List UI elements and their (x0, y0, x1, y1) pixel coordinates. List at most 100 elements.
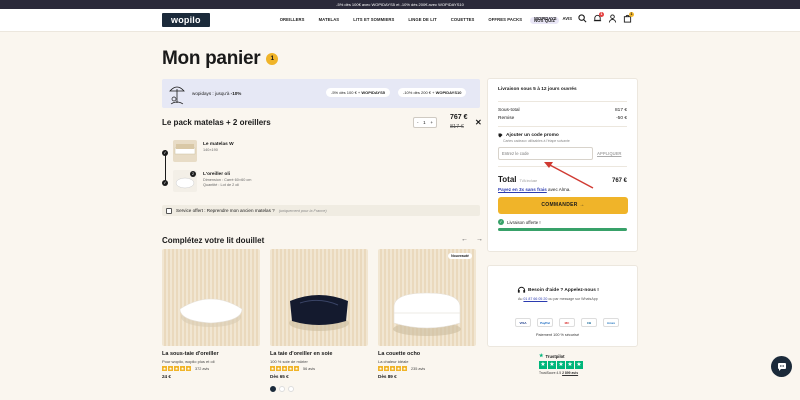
phone-link[interactable]: 01 87 66 05 20 (523, 297, 547, 301)
mattress-thumbnail (173, 140, 197, 162)
trustpilot-score: TrustScore 4.5 2 899 avis (539, 371, 579, 375)
cart-icon[interactable]: 1 (623, 12, 634, 23)
promo-code-form: APPLIQUER (498, 147, 627, 160)
product-image[interactable] (162, 249, 260, 346)
star-icon: ★ (539, 361, 547, 369)
review-count: 56 avis (303, 366, 316, 371)
star-icon: ★ (186, 366, 191, 371)
divider (498, 126, 627, 127)
promo-code-pill-5[interactable]: -5% dès 100 € + WOPIDAYS5 (326, 88, 390, 97)
star-icon: ★ (294, 366, 299, 371)
product-subtitle: Pour wopilo, wopilo plus et oli (162, 359, 215, 364)
progress-fill (498, 228, 627, 231)
secure-payment-text: Paiement 100 % sécurisé (536, 333, 580, 337)
product-price: 24 € (162, 374, 171, 379)
star-icon: ★ (174, 366, 179, 371)
star-icon: ★ (276, 366, 281, 371)
divider (498, 101, 627, 102)
carousel-dot[interactable] (270, 386, 276, 392)
promo-code-pill-10[interactable]: -10% dès 200 € + WOPIDAYS10 (398, 88, 467, 97)
check-icon: ✓ (498, 219, 504, 225)
nav-couettes[interactable]: COUETTES (451, 17, 475, 24)
star-icon: ★ (288, 366, 293, 371)
promo-text: wopidays : jusqu'à -10% (192, 91, 242, 96)
remove-item-button[interactable]: ✕ (475, 118, 482, 127)
chat-button[interactable] (771, 356, 792, 377)
promo-code-input[interactable] (498, 147, 593, 160)
site-header: wopilo OREILLERS MATELAS LITS ET SOMMIER… (0, 9, 800, 32)
free-delivery-progress (498, 228, 627, 231)
paypal-icon: PayPal (537, 318, 553, 327)
order-button[interactable]: COMMANDER → (498, 197, 628, 214)
headset-icon (517, 286, 526, 293)
carousel-next-button[interactable]: → (476, 236, 483, 243)
header-actions: WOPIDAYS AVIS 1 1 (534, 12, 634, 23)
cart-count-badge: 1 (266, 53, 279, 65)
main-nav: OREILLERS MATELAS LITS ET SOMMIERS LINGE… (280, 16, 560, 24)
nav-linge[interactable]: LINGE DE LIT (408, 17, 436, 24)
star-icon: ★ (378, 366, 383, 371)
page-title: Mon panier (162, 48, 261, 69)
payment-icons: VISA PayPal MC CB Amex (515, 318, 619, 327)
product-price: Dès 65 € (270, 374, 289, 379)
help-title: Besoin d'aide ? Appelez-nous ! (528, 288, 599, 293)
product-subtitle: 100 % soie de mûrier (270, 359, 308, 364)
logo[interactable]: wopilo (162, 13, 210, 27)
star-icon: ★ (162, 366, 167, 371)
wopidays-link[interactable]: WOPIDAYS (534, 16, 556, 21)
product-name[interactable]: La couette ocho (378, 351, 476, 357)
quantity-stepper[interactable]: - 1 + (413, 117, 437, 128)
item-qty-badge: 2 (190, 171, 196, 177)
nav-matelas[interactable]: MATELAS (319, 17, 340, 24)
promo-code-toggle[interactable]: Ajouter un code promo (498, 133, 627, 138)
nav-lits[interactable]: LITS ET SOMMIERS (353, 17, 394, 24)
mastercard-icon: MC (559, 318, 575, 327)
star-icon: ★ (168, 366, 173, 371)
star-icon: ★ (402, 366, 407, 371)
avis-link[interactable]: AVIS (563, 16, 572, 21)
product-name[interactable]: La taie d'oreiller en soie (270, 351, 368, 357)
carousel-prev-button[interactable]: ← (461, 236, 468, 243)
item-name: L'oreiller oli (203, 172, 230, 177)
product-image[interactable]: Nouveauté (378, 249, 476, 346)
qty-minus-button[interactable]: - (417, 120, 419, 125)
service-checkbox[interactable] (166, 207, 172, 214)
divider (498, 166, 627, 167)
star-icon: ★ (548, 361, 556, 369)
recommendations-title: Complétez votre lit douillet (162, 236, 265, 245)
notification-icon[interactable]: 1 (593, 12, 604, 23)
pillow-thumbnail: 2 (173, 170, 197, 192)
pack-old-price: 817 € (450, 124, 464, 130)
product-rating: ★ ★ ★ ★ ★ 235 avis (378, 366, 476, 371)
cb-icon: CB (581, 318, 597, 327)
trustpilot-widget[interactable]: ★ Trustpilot ★ ★ ★ ★ ★ TrustScore 4.5 2 899 a… (539, 353, 583, 375)
delivery-info: Livraison sous 5 à 12 jours ouvrés (498, 87, 577, 92)
nav-packs[interactable]: OFFRES PACKS (488, 17, 522, 24)
review-count: 235 avis (411, 366, 426, 371)
total-row: Total TVA incluse 767 € (498, 175, 627, 184)
order-summary: Livraison sous 5 à 12 jours ouvrés Sous-… (487, 78, 638, 252)
discount-row: Remise -50 € (498, 116, 627, 121)
account-icon[interactable] (608, 14, 617, 23)
nav-oreillers[interactable]: OREILLERS (280, 17, 305, 24)
product-price: Dès 89 € (378, 374, 397, 379)
carousel-dot[interactable] (279, 386, 285, 392)
service-offer-row[interactable]: Service offert : Reprendre mon ancien ma… (162, 205, 480, 216)
qty-plus-button[interactable]: + (430, 120, 433, 125)
carousel-arrows: ← → (461, 236, 483, 243)
product-card[interactable]: Nouveauté La couette ocho La chaleur idé… (378, 249, 476, 379)
product-name[interactable]: La sous-taie d'oreiller (162, 351, 260, 357)
amex-icon: Amex (603, 318, 619, 327)
carousel-dot[interactable] (288, 386, 294, 392)
product-card[interactable]: La taie d'oreiller en soie 100 % soie de… (270, 249, 368, 379)
search-icon[interactable] (578, 14, 587, 23)
promo-top-bar: -5% dès 100€ avec WOPIDAYS5 et -10% dès … (0, 0, 800, 9)
free-delivery-status: ✓ Livraison offerte ! (498, 219, 541, 225)
trustpilot-stars: ★ ★ ★ ★ ★ (539, 361, 583, 369)
alma-link[interactable]: Payez en 3x sans frais (498, 187, 547, 192)
star-icon: ★ (566, 361, 574, 369)
apply-button[interactable]: APPLIQUER (597, 151, 621, 156)
product-card[interactable]: La sous-taie d'oreiller Pour wopilo, wop… (162, 249, 260, 379)
cart-badge: 1 (629, 12, 634, 17)
product-image[interactable] (270, 249, 368, 346)
